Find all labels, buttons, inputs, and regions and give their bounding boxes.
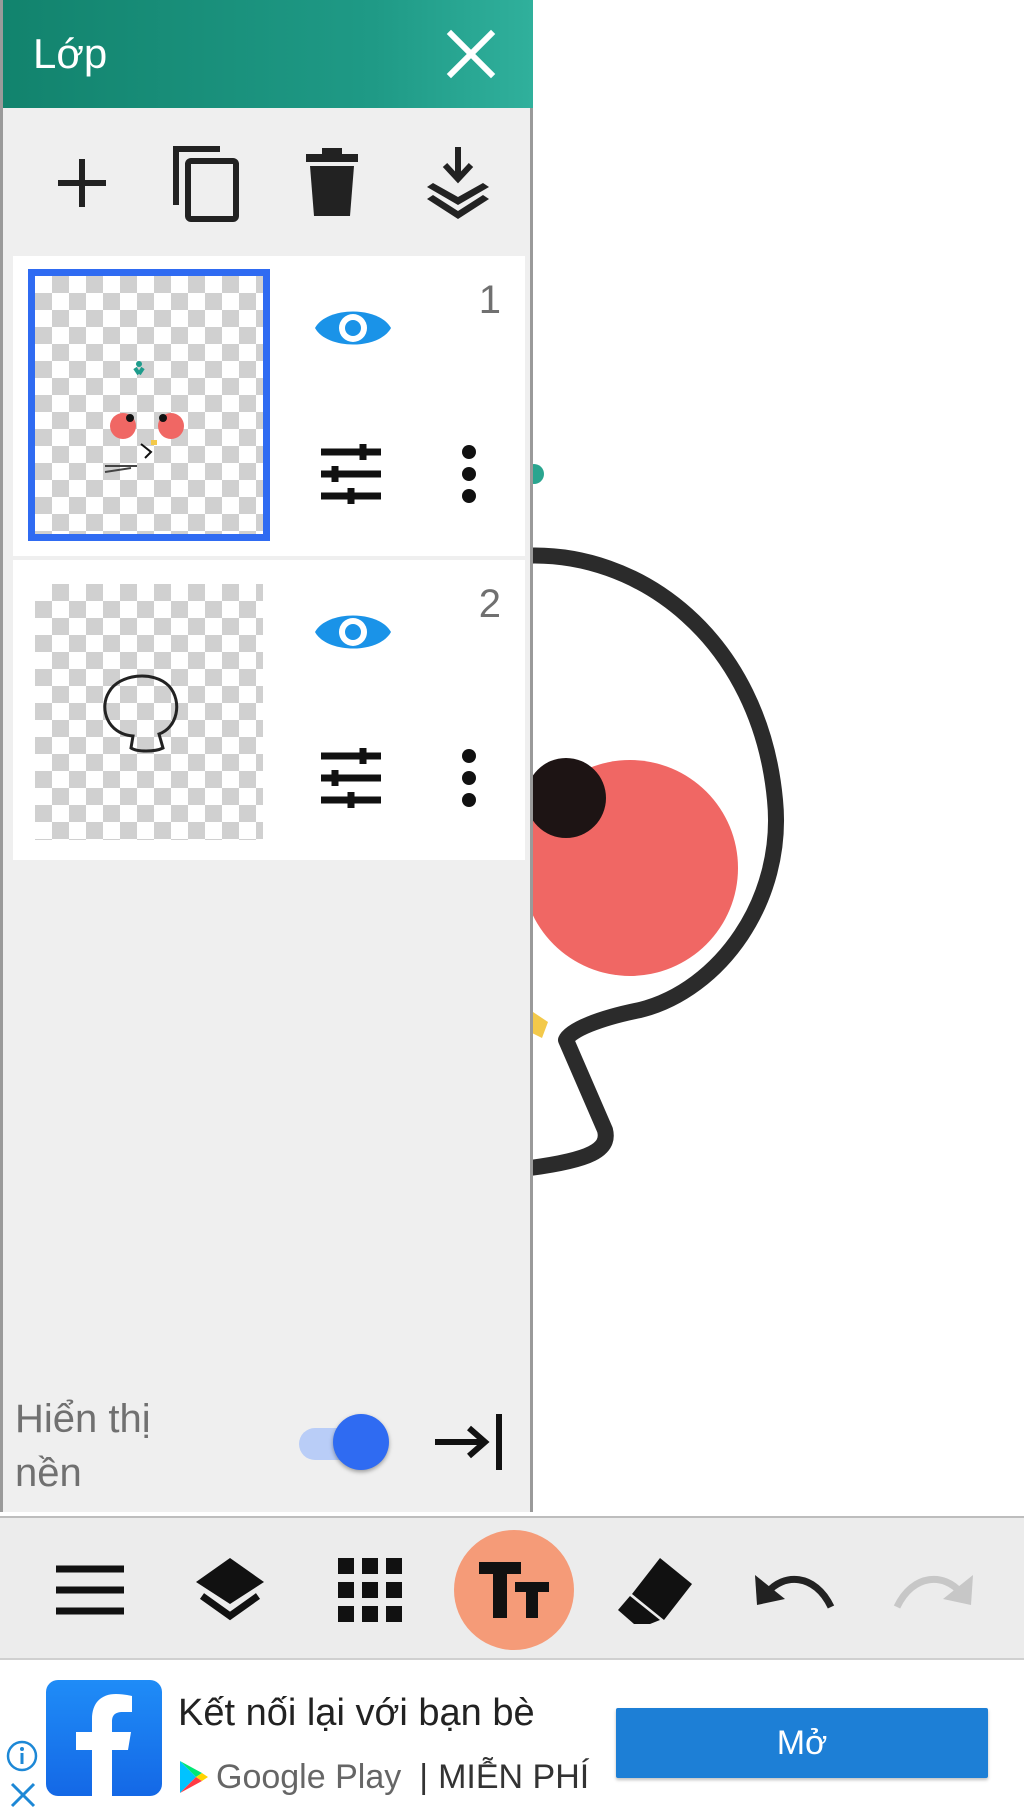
layer-row-2[interactable]: 2	[13, 560, 525, 860]
info-icon	[6, 1740, 38, 1772]
panel-header: Lớp	[3, 0, 533, 108]
duplicate-layer-button[interactable]	[161, 138, 251, 228]
eraser-icon	[618, 1558, 692, 1624]
layer-more-button-2[interactable]	[449, 746, 489, 810]
menu-button[interactable]	[32, 1532, 148, 1648]
eye-dot	[526, 758, 606, 838]
layer-adjust-button-2[interactable]	[319, 746, 383, 810]
layer-thumbnail-1[interactable]	[28, 269, 270, 541]
eye-icon	[315, 311, 391, 345]
visibility-toggle-2[interactable]	[313, 602, 393, 662]
arrow-to-right-icon	[435, 1414, 502, 1470]
store-name: Google Play	[216, 1757, 402, 1796]
close-icon	[446, 29, 496, 79]
toggle-knob	[333, 1414, 389, 1470]
copy-icon	[173, 146, 239, 222]
layers-icon	[196, 1558, 264, 1621]
hamburger-icon	[56, 1565, 124, 1615]
layers-button[interactable]	[172, 1532, 288, 1648]
ad-close-button[interactable]	[8, 1780, 38, 1810]
layer-row-1[interactable]: 1	[13, 256, 525, 556]
separator: |	[419, 1757, 429, 1796]
collapse-panel-button[interactable]	[431, 1410, 511, 1474]
ad-info-button[interactable]	[6, 1740, 38, 1772]
more-vertical-icon	[462, 445, 476, 503]
ad-store-line: Google Play | MIỄN PHÍ	[178, 1752, 589, 1802]
delete-layer-button[interactable]	[287, 138, 377, 228]
trash-icon	[306, 148, 358, 216]
price-label: MIỄN PHÍ	[438, 1757, 590, 1796]
plus-icon	[58, 159, 106, 207]
sliders-icon	[321, 748, 381, 808]
merge-down-button[interactable]	[413, 138, 503, 228]
layer-adjust-button-1[interactable]	[319, 442, 383, 506]
text-tool-button[interactable]	[454, 1530, 574, 1650]
bottom-toolbar	[0, 1516, 1024, 1660]
close-button[interactable]	[443, 26, 499, 82]
eye-icon	[315, 615, 391, 649]
undo-icon	[755, 1575, 835, 1609]
show-background-label: Hiển thị nền	[15, 1397, 151, 1495]
layer-2-preview	[103, 674, 179, 753]
add-layer-button[interactable]	[37, 138, 127, 228]
facebook-icon	[76, 1694, 132, 1796]
visibility-toggle-1[interactable]	[313, 298, 393, 358]
sliders-icon	[321, 444, 381, 504]
layer-thumbnail-2[interactable]	[35, 584, 263, 840]
close-icon	[10, 1782, 36, 1808]
layers-panel: Lớp 1 2 Hiển thị nền	[0, 0, 533, 1512]
merge-down-icon	[427, 147, 489, 219]
layer-number: 2	[478, 582, 501, 626]
open-ad-button[interactable]: Mở	[616, 1708, 988, 1778]
more-vertical-icon	[462, 749, 476, 807]
text-icon	[479, 1562, 549, 1618]
undo-button[interactable]	[736, 1532, 852, 1648]
ad-headline: Kết nối lại với bạn bè	[178, 1692, 535, 1734]
facebook-logo	[46, 1680, 162, 1796]
layer-1-preview	[104, 361, 184, 473]
redo-icon	[893, 1575, 973, 1609]
grid-icon	[338, 1558, 402, 1622]
panel-title: Lớp	[33, 30, 108, 77]
layer-toolbar	[3, 118, 533, 250]
google-play-icon	[180, 1761, 208, 1793]
eraser-button[interactable]	[596, 1532, 712, 1648]
layer-more-button-1[interactable]	[449, 442, 489, 506]
ad-banner[interactable]: Kết nối lại với bạn bè Google Play | MIỄ…	[0, 1660, 1024, 1820]
redo-button[interactable]	[876, 1532, 992, 1648]
grid-button[interactable]	[312, 1532, 428, 1648]
layer-number: 1	[478, 278, 501, 322]
show-background-toggle[interactable]	[299, 1412, 391, 1474]
